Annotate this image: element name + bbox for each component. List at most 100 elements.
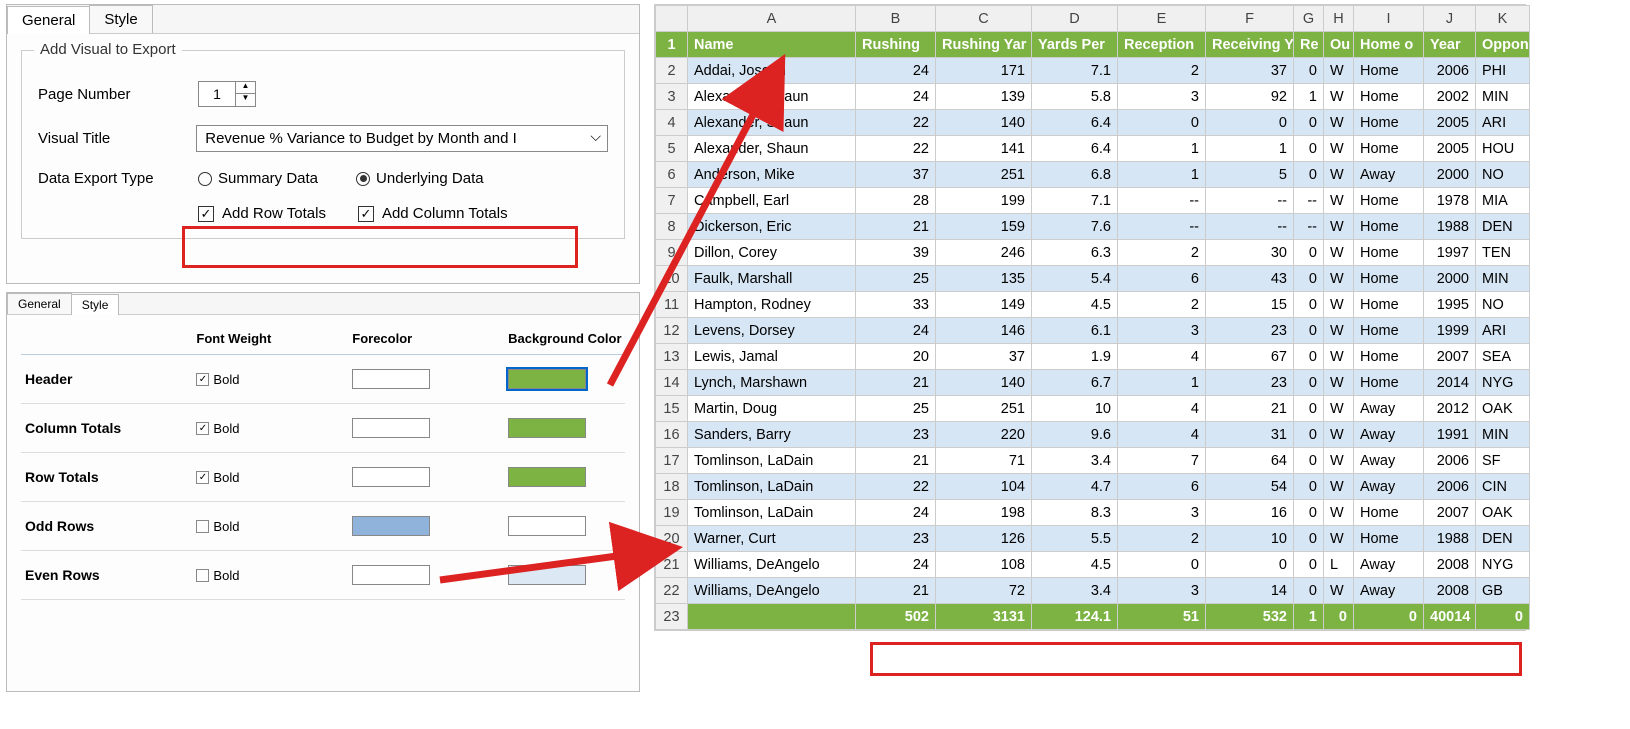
data-cell[interactable]: NO xyxy=(1476,162,1530,188)
data-cell[interactable]: 24 xyxy=(856,552,936,578)
tab-general[interactable]: General xyxy=(7,6,90,34)
data-cell[interactable]: 0 xyxy=(1294,370,1324,396)
data-cell[interactable]: 0 xyxy=(1294,136,1324,162)
data-cell[interactable]: Sanders, Barry xyxy=(688,422,856,448)
data-cell[interactable]: -- xyxy=(1118,188,1206,214)
data-cell[interactable]: 21 xyxy=(1206,396,1294,422)
data-cell[interactable]: W xyxy=(1324,344,1354,370)
data-cell[interactable]: Dickerson, Eric xyxy=(688,214,856,240)
row-header-16[interactable]: 16 xyxy=(656,422,688,448)
data-cell[interactable]: Home xyxy=(1354,110,1424,136)
data-cell[interactable]: SEA xyxy=(1476,344,1530,370)
data-cell[interactable]: 1999 xyxy=(1424,318,1476,344)
bgcolor-swatch[interactable] xyxy=(508,369,586,389)
data-cell[interactable]: 67 xyxy=(1206,344,1294,370)
data-cell[interactable]: 24 xyxy=(856,84,936,110)
data-cell[interactable]: W xyxy=(1324,84,1354,110)
data-cell[interactable]: 24 xyxy=(856,58,936,84)
data-cell[interactable]: 0 xyxy=(1294,396,1324,422)
data-cell[interactable]: Williams, DeAngelo xyxy=(688,578,856,604)
data-cell[interactable]: Tomlinson, LaDain xyxy=(688,474,856,500)
data-cell[interactable]: 140 xyxy=(936,370,1032,396)
data-cell[interactable]: MIN xyxy=(1476,422,1530,448)
data-cell[interactable]: 104 xyxy=(936,474,1032,500)
data-cell[interactable]: Home xyxy=(1354,240,1424,266)
data-cell[interactable]: 7 xyxy=(1118,448,1206,474)
data-cell[interactable]: 21 xyxy=(856,370,936,396)
data-cell[interactable]: 141 xyxy=(936,136,1032,162)
data-cell[interactable]: Alexander, Shaun xyxy=(688,136,856,162)
data-cell[interactable]: 5.5 xyxy=(1032,526,1118,552)
data-cell[interactable]: Away xyxy=(1354,578,1424,604)
data-cell[interactable]: Warner, Curt xyxy=(688,526,856,552)
page-number-stepper[interactable]: ▲ ▼ xyxy=(198,81,256,107)
header-cell[interactable]: Yards Per xyxy=(1032,32,1118,58)
data-cell[interactable]: ARI xyxy=(1476,110,1530,136)
data-cell[interactable]: Campbell, Earl xyxy=(688,188,856,214)
header-cell[interactable]: Receiving Y xyxy=(1206,32,1294,58)
data-cell[interactable]: 140 xyxy=(936,110,1032,136)
data-cell[interactable]: 2 xyxy=(1118,526,1206,552)
col-header-D[interactable]: D xyxy=(1032,6,1118,32)
row-header-11[interactable]: 11 xyxy=(656,292,688,318)
data-cell[interactable]: 3 xyxy=(1118,84,1206,110)
data-cell[interactable]: HOU xyxy=(1476,136,1530,162)
data-cell[interactable]: 220 xyxy=(936,422,1032,448)
data-cell[interactable]: 25 xyxy=(856,266,936,292)
data-cell[interactable]: 23 xyxy=(856,422,936,448)
col-header-H[interactable]: H xyxy=(1324,6,1354,32)
data-cell[interactable]: 21 xyxy=(856,214,936,240)
data-cell[interactable]: 8.3 xyxy=(1032,500,1118,526)
data-cell[interactable]: 4.5 xyxy=(1032,292,1118,318)
row-header-6[interactable]: 6 xyxy=(656,162,688,188)
data-cell[interactable]: 21 xyxy=(856,578,936,604)
data-cell[interactable]: 5 xyxy=(1206,162,1294,188)
data-cell[interactable]: W xyxy=(1324,214,1354,240)
data-cell[interactable]: W xyxy=(1324,396,1354,422)
row-header-23[interactable]: 23 xyxy=(656,604,688,630)
data-cell[interactable]: 24 xyxy=(856,318,936,344)
data-cell[interactable]: 0 xyxy=(1294,266,1324,292)
data-cell[interactable]: 22 xyxy=(856,136,936,162)
data-cell[interactable]: 1.9 xyxy=(1032,344,1118,370)
data-cell[interactable]: 2008 xyxy=(1424,578,1476,604)
header-cell[interactable]: Re xyxy=(1294,32,1324,58)
data-cell[interactable]: Away xyxy=(1354,422,1424,448)
data-cell[interactable]: W xyxy=(1324,370,1354,396)
totals-cell[interactable]: 0 xyxy=(1324,604,1354,630)
forecolor-swatch[interactable] xyxy=(352,565,430,585)
header-cell[interactable]: Reception xyxy=(1118,32,1206,58)
header-cell[interactable]: Name xyxy=(688,32,856,58)
data-cell[interactable]: 2005 xyxy=(1424,136,1476,162)
tab-style-2[interactable]: Style xyxy=(71,294,120,315)
data-cell[interactable]: 2002 xyxy=(1424,84,1476,110)
data-cell[interactable]: Levens, Dorsey xyxy=(688,318,856,344)
data-cell[interactable]: 2006 xyxy=(1424,448,1476,474)
radio-underlying-data[interactable]: Underlying Data xyxy=(356,170,484,187)
data-cell[interactable]: W xyxy=(1324,318,1354,344)
data-cell[interactable]: 4.5 xyxy=(1032,552,1118,578)
data-cell[interactable]: 37 xyxy=(936,344,1032,370)
data-cell[interactable]: Away xyxy=(1354,474,1424,500)
data-cell[interactable]: Addai, Joseph xyxy=(688,58,856,84)
data-cell[interactable]: 22 xyxy=(856,474,936,500)
data-cell[interactable]: W xyxy=(1324,162,1354,188)
data-cell[interactable]: 2005 xyxy=(1424,110,1476,136)
col-header-F[interactable]: F xyxy=(1206,6,1294,32)
data-cell[interactable]: W xyxy=(1324,448,1354,474)
data-cell[interactable]: 198 xyxy=(936,500,1032,526)
data-cell[interactable]: 4 xyxy=(1118,396,1206,422)
data-cell[interactable]: MIN xyxy=(1476,266,1530,292)
data-cell[interactable]: 1 xyxy=(1206,136,1294,162)
totals-cell[interactable]: 1 xyxy=(1294,604,1324,630)
data-cell[interactable]: 1 xyxy=(1294,84,1324,110)
data-cell[interactable]: Tomlinson, LaDain xyxy=(688,448,856,474)
data-cell[interactable]: -- xyxy=(1118,214,1206,240)
data-cell[interactable]: 246 xyxy=(936,240,1032,266)
row-header-18[interactable]: 18 xyxy=(656,474,688,500)
data-cell[interactable]: 1988 xyxy=(1424,214,1476,240)
data-cell[interactable]: 3.4 xyxy=(1032,448,1118,474)
forecolor-swatch[interactable] xyxy=(352,467,430,487)
data-cell[interactable]: Away xyxy=(1354,448,1424,474)
data-cell[interactable]: W xyxy=(1324,136,1354,162)
